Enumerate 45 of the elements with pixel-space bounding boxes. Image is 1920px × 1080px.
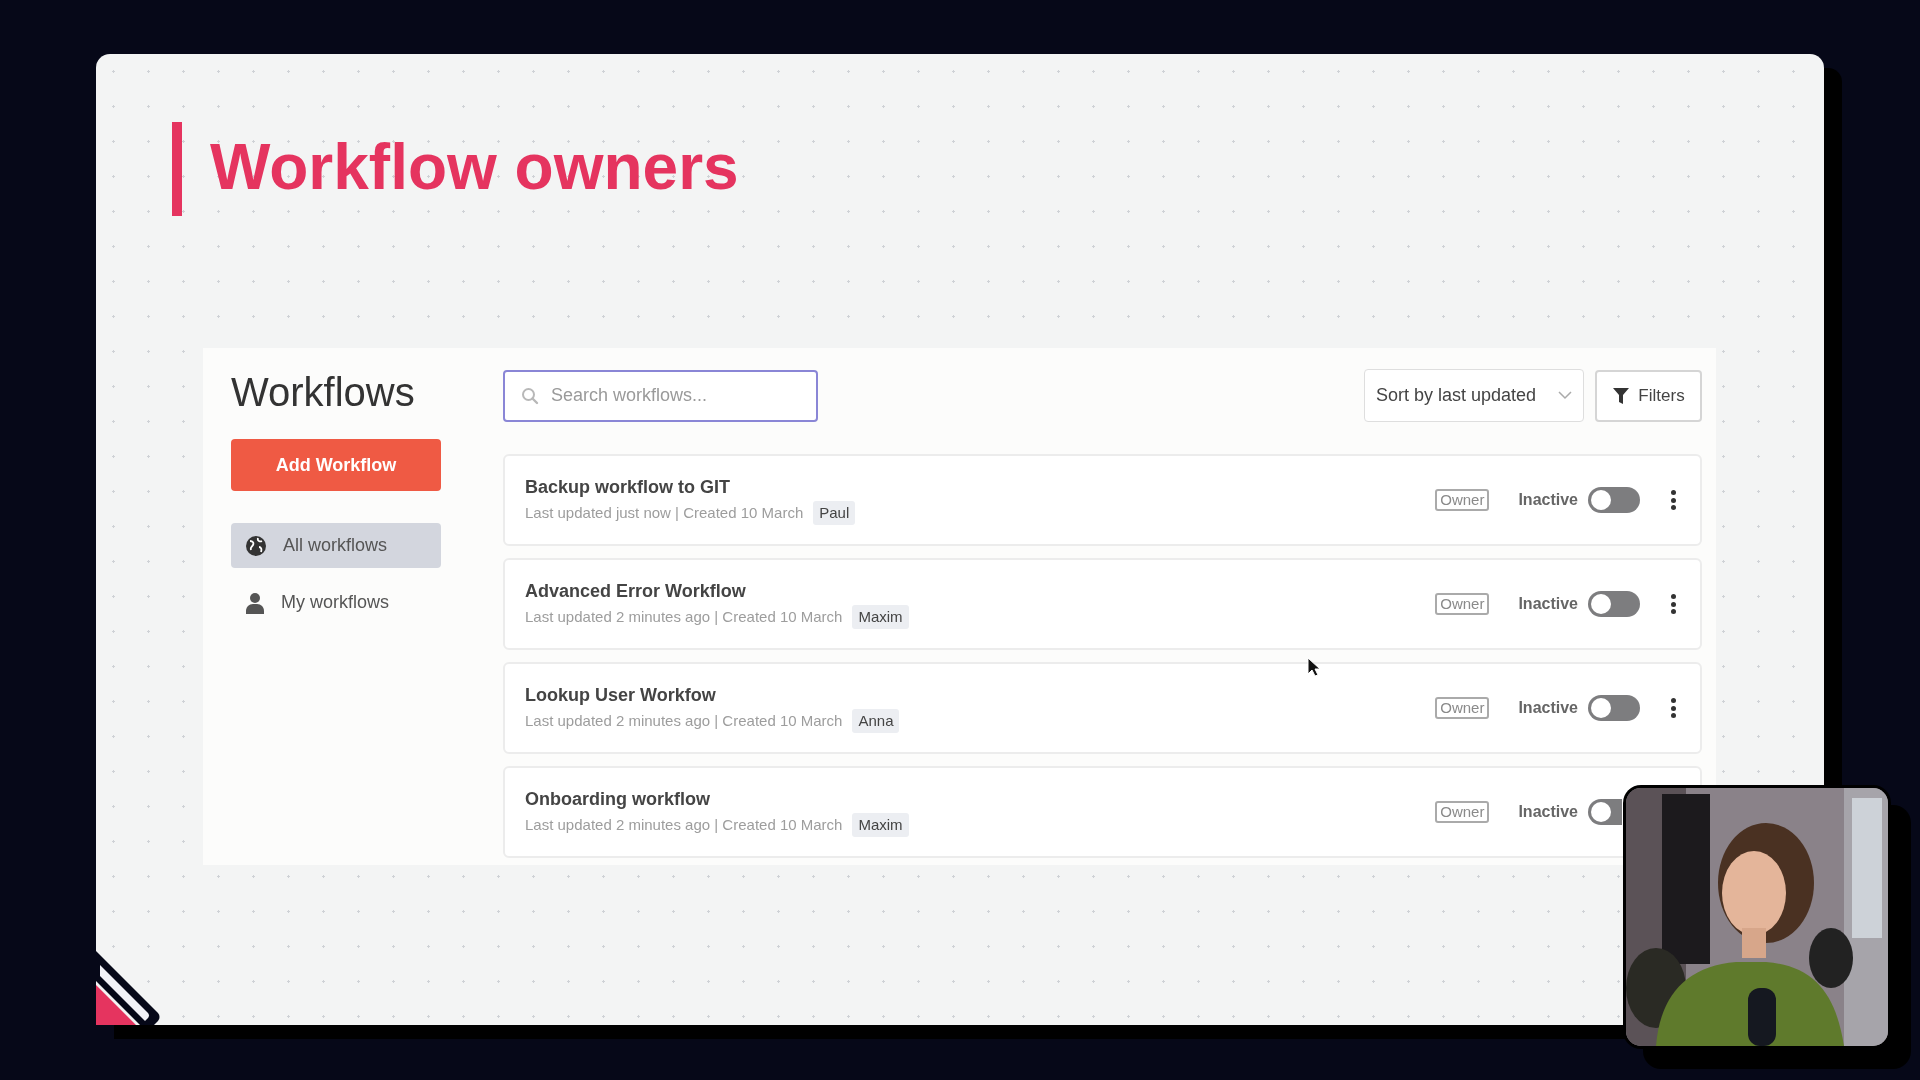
role-badge: Owner — [1435, 593, 1490, 615]
slide-title: Workflow owners — [210, 135, 739, 203]
search-input[interactable]: Search workflows... — [551, 382, 791, 409]
search-icon — [521, 386, 539, 405]
chevron-down-icon — [1558, 391, 1572, 400]
status-label: Inactive — [1518, 802, 1578, 822]
sidebar-nav-item[interactable]: All workflows — [231, 523, 441, 568]
user-icon — [245, 591, 265, 614]
more-options-icon[interactable] — [1670, 594, 1676, 614]
workflow-title: Onboarding workflow — [525, 787, 711, 811]
more-options-icon[interactable] — [1670, 490, 1676, 510]
filter-icon — [1612, 386, 1631, 405]
workflow-meta: Last updated 2 minutes ago | Created 10 March — [525, 814, 843, 835]
role-badge: Owner — [1435, 801, 1490, 823]
workflow-meta: Last updated just now | Created 10 March — [525, 502, 804, 523]
status-label: Inactive — [1518, 594, 1578, 614]
owner-tag: Maxim — [852, 812, 909, 838]
role-badge: Owner — [1435, 697, 1490, 719]
active-toggle[interactable] — [1588, 487, 1640, 513]
workflow-title: Advanced Error Workflow — [525, 579, 747, 603]
status-label: Inactive — [1518, 698, 1578, 718]
workflow-title: Lookup User Workfow — [525, 683, 717, 707]
active-toggle[interactable] — [1588, 695, 1640, 721]
more-options-icon[interactable] — [1670, 698, 1676, 718]
status-label: Inactive — [1518, 490, 1578, 510]
page-heading: Workflows — [231, 369, 416, 416]
filters-button[interactable]: Filters — [1595, 369, 1702, 422]
workflow-title: Backup workflow to GIT — [525, 475, 731, 499]
active-toggle[interactable] — [1588, 591, 1640, 617]
workflow-card[interactable]: Lookup User Workfow Last updated 2 minutes ago | Created 10 March Anna Owner Inactive — [503, 662, 1702, 754]
active-toggle[interactable] — [1588, 799, 1622, 825]
owner-tag: Anna — [852, 708, 900, 734]
owner-tag: Maxim — [852, 604, 909, 630]
sidebar-nav-item[interactable]: My workflows — [231, 580, 441, 625]
workflow-card[interactable]: Onboarding workflow Last updated 2 minutes ago | Created 10 March Maxim Owner Inactive — [503, 766, 1702, 858]
search-field[interactable]: Search workflows... — [503, 369, 818, 422]
role-badge: Owner — [1435, 489, 1490, 511]
workflow-card[interactable]: Backup workflow to GIT Last updated just now | Created 10 March Paul Owner Inactive — [503, 454, 1702, 546]
workflow-card[interactable]: Advanced Error Workflow Last updated 2 minutes ago | Created 10 March Maxim Owner Inactive — [503, 558, 1702, 650]
sort-dropdown[interactable]: Sort by last updated — [1364, 369, 1584, 422]
owner-tag: Paul — [813, 500, 856, 526]
globe-icon — [245, 534, 267, 557]
workflow-meta: Last updated 2 minutes ago | Created 10 March — [525, 710, 843, 731]
mouse-cursor-icon — [1307, 657, 1321, 677]
workflow-meta: Last updated 2 minutes ago | Created 10 March — [525, 606, 843, 627]
